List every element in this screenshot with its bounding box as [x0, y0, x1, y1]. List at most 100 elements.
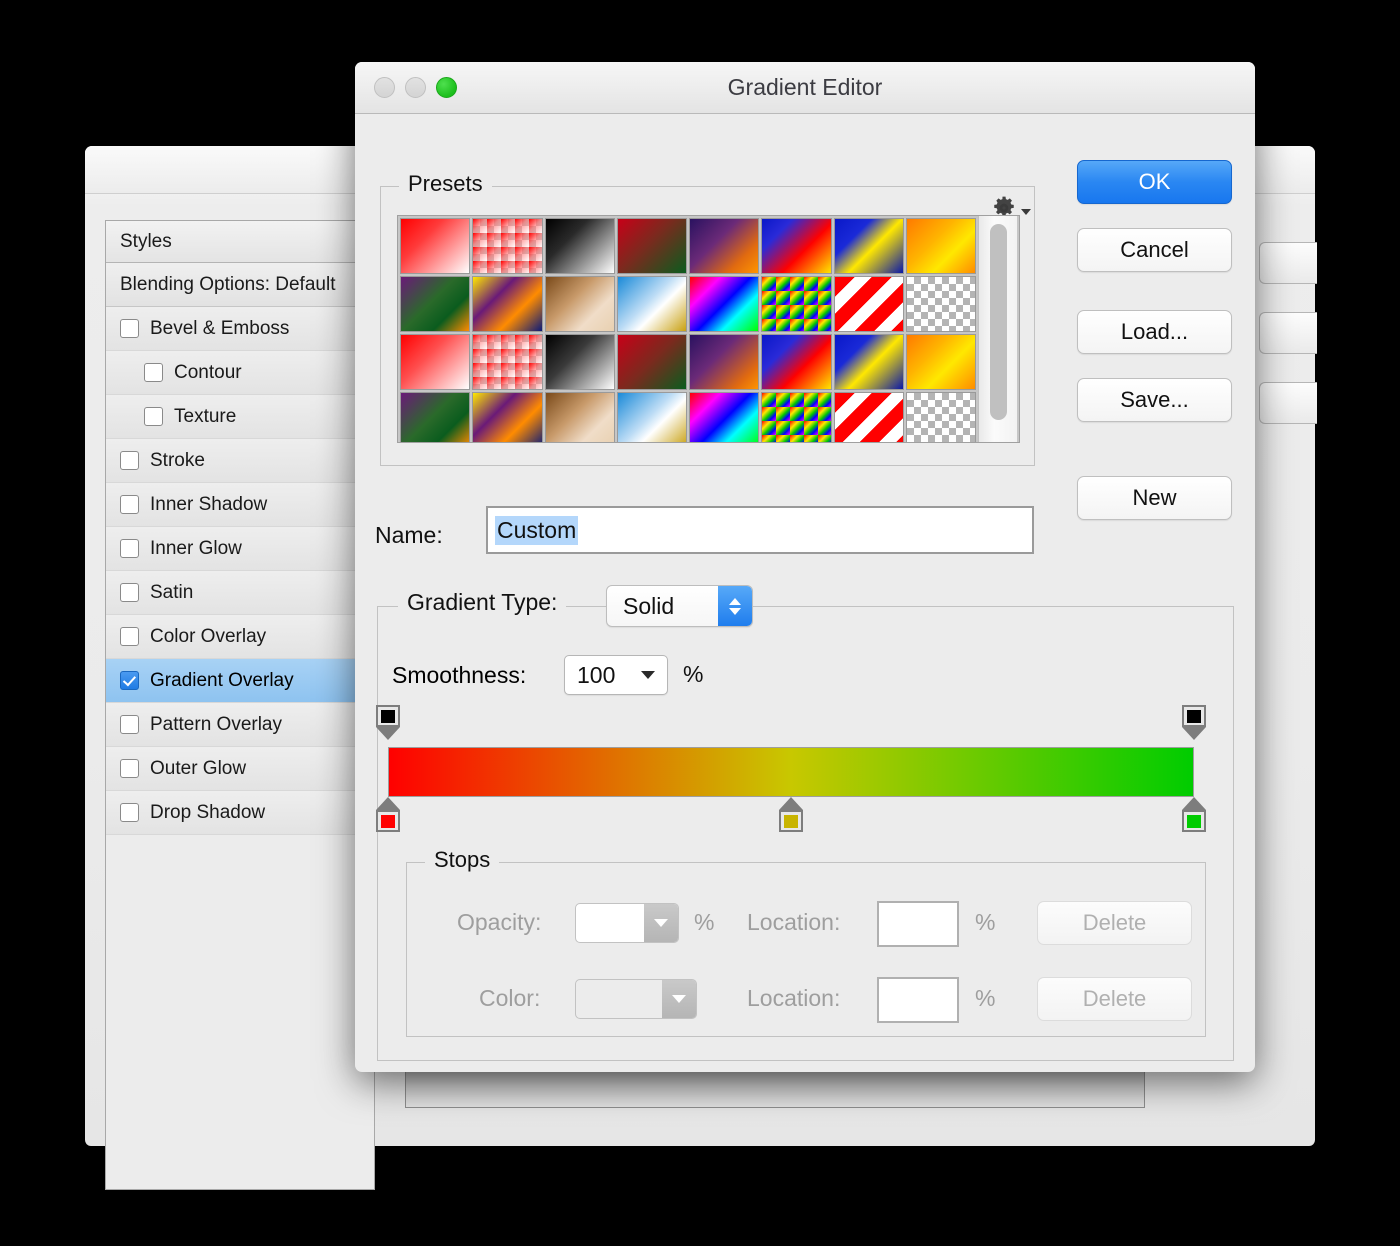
effect-row-stroke[interactable]: Stroke [106, 439, 374, 483]
color-swatch-input[interactable] [575, 979, 697, 1019]
preset-swatch[interactable] [616, 334, 687, 390]
effect-row-outer-glow[interactable]: Outer Glow [106, 747, 374, 791]
effect-checkbox[interactable] [120, 759, 139, 778]
dialog-title: Gradient Editor [727, 74, 883, 100]
effect-row-inner-glow[interactable]: Inner Glow [106, 527, 374, 571]
chevron-down-icon[interactable] [644, 904, 678, 942]
effect-checkbox[interactable] [120, 715, 139, 734]
opacity-location-unit: % [975, 909, 996, 935]
preset-swatch[interactable] [689, 276, 760, 332]
gradient-preview-bar[interactable] [388, 747, 1194, 797]
preset-swatch[interactable] [400, 276, 471, 332]
delete-color-stop-button[interactable]: Delete [1037, 977, 1192, 1021]
color-stop-pointer [779, 797, 803, 810]
preset-swatch[interactable] [689, 392, 760, 442]
preset-swatch[interactable] [472, 218, 543, 274]
preset-swatch[interactable] [833, 276, 904, 332]
load-button[interactable]: Load... [1077, 310, 1232, 354]
bg-side-button-1[interactable] [1259, 242, 1317, 284]
blending-options-row[interactable]: Blending Options: Default [106, 263, 374, 307]
preset-swatch[interactable] [472, 334, 543, 390]
delete-opacity-stop-button[interactable]: Delete [1037, 901, 1192, 945]
effect-checkbox[interactable] [120, 627, 139, 646]
preset-swatch[interactable] [761, 392, 832, 442]
color-stop-pointer [1182, 797, 1206, 810]
gradient-type-select[interactable]: Solid [606, 585, 753, 627]
save-button[interactable]: Save... [1077, 378, 1232, 422]
ok-button[interactable]: OK [1077, 160, 1232, 204]
effect-checkbox[interactable] [120, 539, 139, 558]
preset-swatch[interactable] [544, 218, 615, 274]
effect-row-drop-shadow[interactable]: Drop Shadow [106, 791, 374, 835]
preset-swatch[interactable] [761, 334, 832, 390]
preset-swatch[interactable] [833, 334, 904, 390]
preset-swatch[interactable] [905, 276, 976, 332]
stops-group: Stops Opacity: % Location: % Delete Colo… [406, 847, 1206, 1037]
color-location-input[interactable] [877, 977, 959, 1023]
preset-swatch[interactable] [616, 218, 687, 274]
presets-scrollbar[interactable] [978, 216, 1017, 442]
preset-swatch[interactable] [761, 218, 832, 274]
effect-row-color-overlay[interactable]: Color Overlay [106, 615, 374, 659]
opacity-stop-marker[interactable] [1182, 705, 1206, 740]
stepper-icon[interactable] [718, 586, 752, 626]
bg-side-button-2[interactable] [1259, 312, 1317, 354]
effect-label: Outer Glow [150, 757, 247, 779]
effect-checkbox[interactable] [120, 451, 139, 470]
preset-swatch[interactable] [905, 334, 976, 390]
preset-swatch[interactable] [472, 276, 543, 332]
preset-swatch[interactable] [400, 334, 471, 390]
color-stop-marker[interactable] [779, 797, 803, 832]
presets-grid[interactable] [398, 216, 978, 442]
effect-label: Bevel & Emboss [150, 317, 290, 339]
new-button[interactable]: New [1077, 476, 1232, 520]
effect-checkbox[interactable] [120, 803, 139, 822]
chevron-down-icon[interactable] [662, 980, 696, 1018]
effect-row-gradient-overlay[interactable]: Gradient Overlay [106, 659, 374, 703]
effect-row-satin[interactable]: Satin [106, 571, 374, 615]
effect-row-bevel-emboss[interactable]: Bevel & Emboss [106, 307, 374, 351]
cancel-button[interactable]: Cancel [1077, 228, 1232, 272]
effect-checkbox[interactable] [120, 671, 139, 690]
preset-swatch[interactable] [833, 392, 904, 442]
preset-swatch[interactable] [761, 276, 832, 332]
effect-checkbox[interactable] [120, 495, 139, 514]
effect-label: Inner Shadow [150, 493, 268, 515]
effect-checkbox[interactable] [120, 583, 139, 602]
presets-scrollbar-thumb[interactable] [989, 224, 1007, 420]
effect-checkbox[interactable] [144, 363, 163, 382]
preset-swatch[interactable] [905, 392, 976, 442]
effect-checkbox[interactable] [144, 407, 163, 426]
effect-label: Inner Glow [150, 537, 242, 559]
preset-swatch[interactable] [400, 392, 471, 442]
presets-well [397, 215, 1020, 443]
preset-swatch[interactable] [472, 392, 543, 442]
opacity-location-input[interactable] [877, 901, 959, 947]
preset-swatch[interactable] [544, 392, 615, 442]
preset-swatch[interactable] [905, 218, 976, 274]
preset-swatch[interactable] [400, 218, 471, 274]
smoothness-select[interactable]: 100 [564, 655, 668, 695]
gradient-name-input[interactable]: Custom [486, 506, 1034, 554]
color-stop-marker[interactable] [376, 797, 400, 832]
dialog-body: Presets OK Cancel Load... Save... New Na… [355, 114, 1255, 1072]
opacity-stop-marker[interactable] [376, 705, 400, 740]
preset-swatch[interactable] [616, 392, 687, 442]
opacity-input[interactable] [575, 903, 679, 943]
effect-checkbox[interactable] [120, 319, 139, 338]
preset-swatch[interactable] [616, 276, 687, 332]
preset-swatch[interactable] [689, 334, 760, 390]
color-stop-marker[interactable] [1182, 797, 1206, 832]
preset-swatch[interactable] [544, 276, 615, 332]
effect-row-inner-shadow[interactable]: Inner Shadow [106, 483, 374, 527]
preset-swatch[interactable] [833, 218, 904, 274]
effect-row-contour[interactable]: Contour [106, 351, 374, 395]
bg-side-button-3[interactable] [1259, 382, 1317, 424]
preset-swatch[interactable] [689, 218, 760, 274]
opacity-stop-chip [381, 709, 395, 723]
preset-swatch[interactable] [544, 334, 615, 390]
effect-row-texture[interactable]: Texture [106, 395, 374, 439]
color-stop-chip [784, 814, 798, 828]
effect-row-pattern-overlay[interactable]: Pattern Overlay [106, 703, 374, 747]
opacity-location-label: Location: [747, 909, 841, 935]
